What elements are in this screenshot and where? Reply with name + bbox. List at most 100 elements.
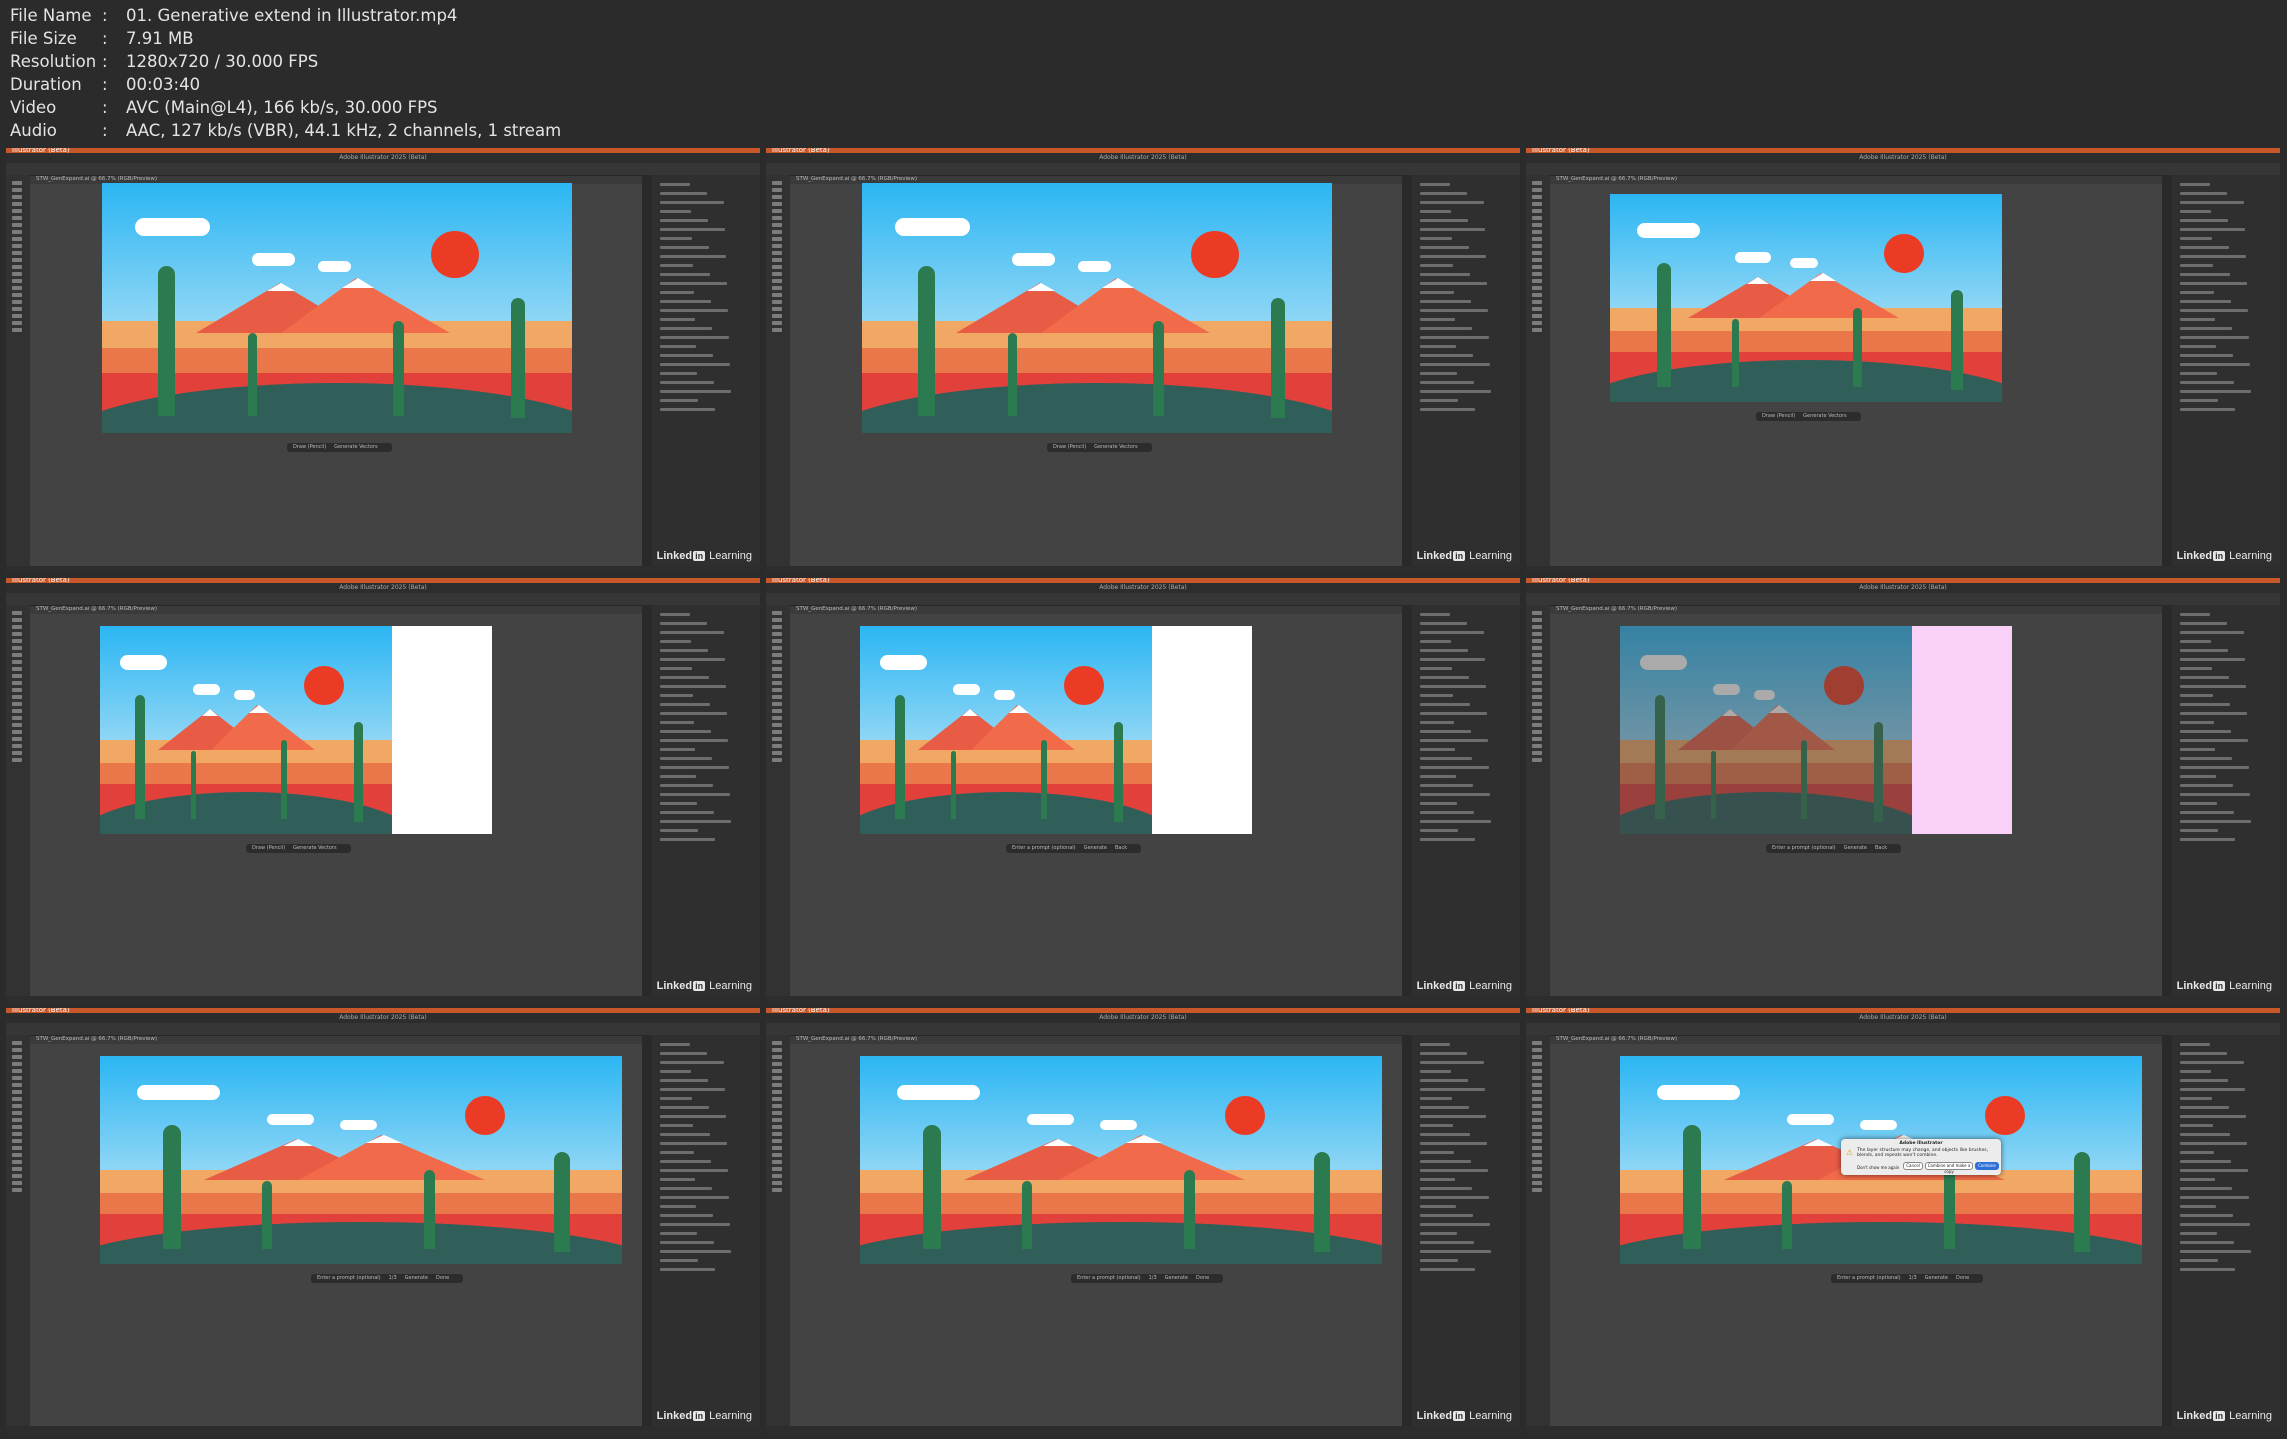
tool-icon[interactable] (772, 1139, 782, 1143)
tool-icon[interactable] (1532, 1153, 1542, 1157)
app-name[interactable]: Illustrator (Beta) (766, 1008, 830, 1014)
tool-icon[interactable] (772, 723, 782, 727)
tool-icon[interactable] (772, 1125, 782, 1129)
tool-icon[interactable] (772, 660, 782, 664)
tool-icon[interactable] (12, 272, 22, 276)
tool-icon[interactable] (772, 1055, 782, 1059)
tool-icon[interactable] (1532, 618, 1542, 622)
tool-icon[interactable] (1532, 328, 1542, 332)
tool-icon[interactable] (12, 286, 22, 290)
document-tab[interactable]: STW_GenExpand.ai @ 66.7% (RGB/Preview) (796, 176, 917, 184)
tool-icon[interactable] (772, 1181, 782, 1185)
tool-icon[interactable] (1532, 709, 1542, 713)
tool-icon[interactable] (772, 209, 782, 213)
tool-icon[interactable] (772, 1076, 782, 1080)
canvas-area[interactable]: Enter a prompt (optional) 1/3 Generate Done (30, 1044, 642, 1426)
panel-dock[interactable] (642, 175, 652, 566)
tool-icon[interactable] (1532, 181, 1542, 185)
properties-panel[interactable] (2172, 605, 2280, 996)
properties-panel[interactable] (1412, 175, 1520, 566)
tool-icon[interactable] (12, 674, 22, 678)
tool-icon[interactable] (12, 1083, 22, 1087)
tool-icon[interactable] (12, 632, 22, 636)
artboard[interactable] (100, 1056, 622, 1264)
toolbar[interactable] (1526, 605, 1550, 996)
tool-icon[interactable] (12, 695, 22, 699)
tool-icon[interactable] (12, 1146, 22, 1150)
tool-icon[interactable] (772, 625, 782, 629)
tool-icon[interactable] (12, 737, 22, 741)
tool-icon[interactable] (1532, 202, 1542, 206)
tool-icon[interactable] (12, 716, 22, 720)
contextual-task-bar[interactable]: Enter a prompt (optional) 1/3 Generate Done (311, 1274, 464, 1283)
tool-icon[interactable] (772, 618, 782, 622)
tool-icon[interactable] (12, 307, 22, 311)
tool-icon[interactable] (12, 195, 22, 199)
tool-icon[interactable] (12, 1167, 22, 1171)
tool-icon[interactable] (12, 1104, 22, 1108)
tool-icon[interactable] (1532, 300, 1542, 304)
tool-icon[interactable] (1532, 1132, 1542, 1136)
app-name[interactable]: Illustrator (Beta) (1526, 578, 1590, 584)
tool-icon[interactable] (772, 1111, 782, 1115)
tool-icon[interactable] (772, 1146, 782, 1150)
tool-icon[interactable] (772, 611, 782, 615)
combine-copy-button[interactable]: Combine and make a copy (1925, 1162, 1973, 1174)
toolbar[interactable] (6, 175, 30, 566)
tool-icon[interactable] (1532, 258, 1542, 262)
tool-icon[interactable] (772, 258, 782, 262)
document-tab[interactable]: STW_GenExpand.ai @ 66.7% (RGB/Preview) (796, 606, 917, 614)
tool-icon[interactable] (772, 744, 782, 748)
tool-icon[interactable] (1532, 1048, 1542, 1052)
app-name[interactable]: Illustrator (Beta) (6, 578, 70, 584)
tool-icon[interactable] (12, 751, 22, 755)
tool-icon[interactable] (1532, 758, 1542, 762)
tool-icon[interactable] (12, 321, 22, 325)
document-tab[interactable]: STW_GenExpand.ai @ 66.7% (RGB/Preview) (796, 1036, 917, 1044)
tool-icon[interactable] (772, 667, 782, 671)
tool-icon[interactable] (1532, 244, 1542, 248)
tool-icon[interactable] (12, 1048, 22, 1052)
canvas-area[interactable]: Draw (Pencil) Generate Vectors (30, 614, 642, 996)
tool-icon[interactable] (12, 646, 22, 650)
properties-panel[interactable] (652, 175, 760, 566)
tool-icon[interactable] (1532, 188, 1542, 192)
draw-pencil-button[interactable]: Draw (Pencil) (1053, 444, 1086, 450)
tool-icon[interactable] (1532, 1062, 1542, 1066)
prompt-input[interactable]: Enter a prompt (optional) (1772, 845, 1836, 851)
tool-icon[interactable] (1532, 195, 1542, 199)
tool-icon[interactable] (772, 279, 782, 283)
prompt-input[interactable]: Enter a prompt (optional) (1837, 1275, 1901, 1281)
tool-icon[interactable] (12, 293, 22, 297)
tool-icon[interactable] (12, 744, 22, 748)
contextual-task-bar[interactable]: Enter a prompt (optional) Generate Back (1766, 844, 1902, 853)
tool-icon[interactable] (1532, 1083, 1542, 1087)
tool-icon[interactable] (772, 272, 782, 276)
tool-icon[interactable] (12, 702, 22, 706)
panel-dock[interactable] (1402, 605, 1412, 996)
tool-icon[interactable] (12, 1055, 22, 1059)
tool-icon[interactable] (772, 286, 782, 290)
tool-icon[interactable] (12, 314, 22, 318)
tool-icon[interactable] (1532, 702, 1542, 706)
tool-icon[interactable] (772, 695, 782, 699)
tool-icon[interactable] (12, 181, 22, 185)
contextual-task-bar[interactable]: Draw (Pencil) Generate Vectors (1047, 443, 1152, 452)
tool-icon[interactable] (1532, 625, 1542, 629)
tool-icon[interactable] (12, 1153, 22, 1157)
tool-icon[interactable] (1532, 1125, 1542, 1129)
tool-icon[interactable] (772, 223, 782, 227)
tool-icon[interactable] (1532, 667, 1542, 671)
tool-icon[interactable] (1532, 223, 1542, 227)
artboard[interactable] (862, 183, 1332, 433)
tool-icon[interactable] (12, 230, 22, 234)
tool-icon[interactable] (1532, 1097, 1542, 1101)
tool-icon[interactable] (772, 1062, 782, 1066)
tool-icon[interactable] (12, 328, 22, 332)
tool-icon[interactable] (1532, 723, 1542, 727)
tool-icon[interactable] (1532, 737, 1542, 741)
artboard[interactable] (860, 1056, 1382, 1264)
tool-icon[interactable] (772, 632, 782, 636)
tool-icon[interactable] (12, 202, 22, 206)
tool-icon[interactable] (1532, 1111, 1542, 1115)
